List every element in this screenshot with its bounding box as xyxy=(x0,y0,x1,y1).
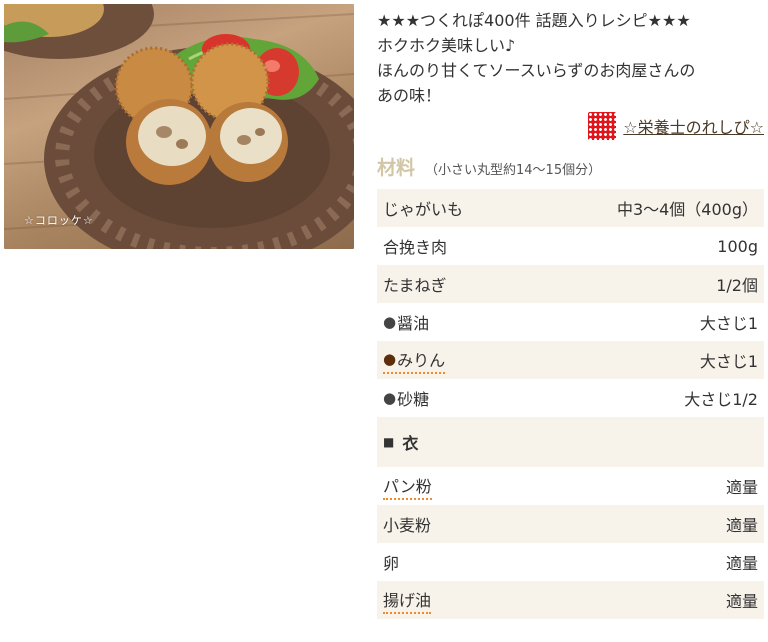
recipe-photo[interactable]: ☆コロッケ☆ xyxy=(4,4,354,249)
ingredients-title: 材料 xyxy=(377,157,416,179)
ingredient-name: 醤油 xyxy=(397,314,430,333)
ingredient-name: 合挽き肉 xyxy=(383,238,448,257)
ingredient-quantity: 大さじ1 xyxy=(699,314,758,333)
ingredient-row: 卵 適量 xyxy=(377,543,764,581)
ingredient-name-group: ● 砂糖 xyxy=(383,386,429,410)
ingredients-list: じゃがいも 中3〜4個（400g） 合挽き肉 100g たまねぎ 1/2個 ● … xyxy=(377,189,764,619)
ingredient-row: ● 砂糖 大さじ1/2 xyxy=(377,379,764,417)
ingredient-quantity: 適量 xyxy=(725,554,758,573)
ingredient-name-link[interactable]: 揚げ油 xyxy=(383,587,432,614)
author-name-link[interactable]: ☆栄養士のれしぴ☆ xyxy=(623,114,764,138)
ingredient-row: たまねぎ 1/2個 xyxy=(377,265,764,303)
ingredient-row: じゃがいも 中3〜4個（400g） xyxy=(377,189,764,227)
author-avatar[interactable] xyxy=(588,112,617,140)
recipe-description: ★★★つくれぽ400件 話題入りレシピ★★★ ホクホク美味しい♪ ほんのり甘くて… xyxy=(377,8,764,108)
description-line: ★★★つくれぽ400件 話題入りレシピ★★★ xyxy=(377,11,691,30)
ingredient-quantity: 100g xyxy=(717,236,758,256)
ingredient-name: 卵 xyxy=(383,554,400,573)
square-icon: ■ xyxy=(383,435,395,449)
seasoning-bullet-icon: ● xyxy=(383,349,397,368)
ingredient-name-link[interactable]: ● みりん xyxy=(383,347,446,374)
ingredient-name: 小麦粉 xyxy=(383,516,432,535)
recipe-info-column: ★★★つくれぽ400件 話題入りレシピ★★★ ホクホク美味しい♪ ほんのり甘くて… xyxy=(377,0,764,619)
ingredient-row: ● 醤油 大さじ1 xyxy=(377,303,764,341)
ingredient-name: じゃがいも xyxy=(383,200,464,219)
description-line: ほんのり甘くてソースいらずのお肉屋さんの xyxy=(377,61,696,80)
ingredient-name-group: ● 醤油 xyxy=(383,310,429,334)
ingredient-name-link[interactable]: パン粉 xyxy=(383,473,432,500)
ingredient-name: みりん xyxy=(397,350,446,370)
seasoning-bullet-icon: ● xyxy=(383,389,397,407)
ingredient-row: パン粉 適量 xyxy=(377,467,764,505)
ingredient-row: ● みりん 大さじ1 xyxy=(377,341,764,379)
ingredient-name: 砂糖 xyxy=(397,390,430,409)
ingredients-servings: （小さい丸型約14〜15個分） xyxy=(425,163,602,178)
ingredient-quantity: 適量 xyxy=(725,478,758,497)
ingredient-quantity: 大さじ1 xyxy=(699,352,758,371)
ingredient-quantity: 大さじ1/2 xyxy=(684,390,758,409)
author-info: ☆栄養士のれしぴ☆ xyxy=(377,111,764,141)
ingredient-name: たまねぎ xyxy=(383,276,447,295)
photo-caption: ☆コロッケ☆ xyxy=(24,214,94,227)
ingredient-quantity: 適量 xyxy=(725,592,758,611)
description-line: ホクホク美味しい♪ xyxy=(377,36,516,55)
section-title: 衣 xyxy=(402,434,419,453)
seasoning-bullet-icon: ● xyxy=(383,313,397,331)
description-line: あの味！ xyxy=(377,86,442,105)
ingredients-heading: 材料 （小さい丸型約14〜15個分） xyxy=(377,153,764,187)
ingredient-quantity: 中3〜4個（400g） xyxy=(616,200,758,219)
ingredient-quantity: 適量 xyxy=(725,516,758,535)
ingredient-row: 揚げ油 適量 xyxy=(377,581,764,619)
ingredient-quantity: 1/2個 xyxy=(716,276,758,295)
coating-section-header: ■ 衣 xyxy=(377,417,764,467)
ingredient-row: 小麦粉 適量 xyxy=(377,505,764,543)
ingredient-row: 合挽き肉 100g xyxy=(377,227,764,265)
